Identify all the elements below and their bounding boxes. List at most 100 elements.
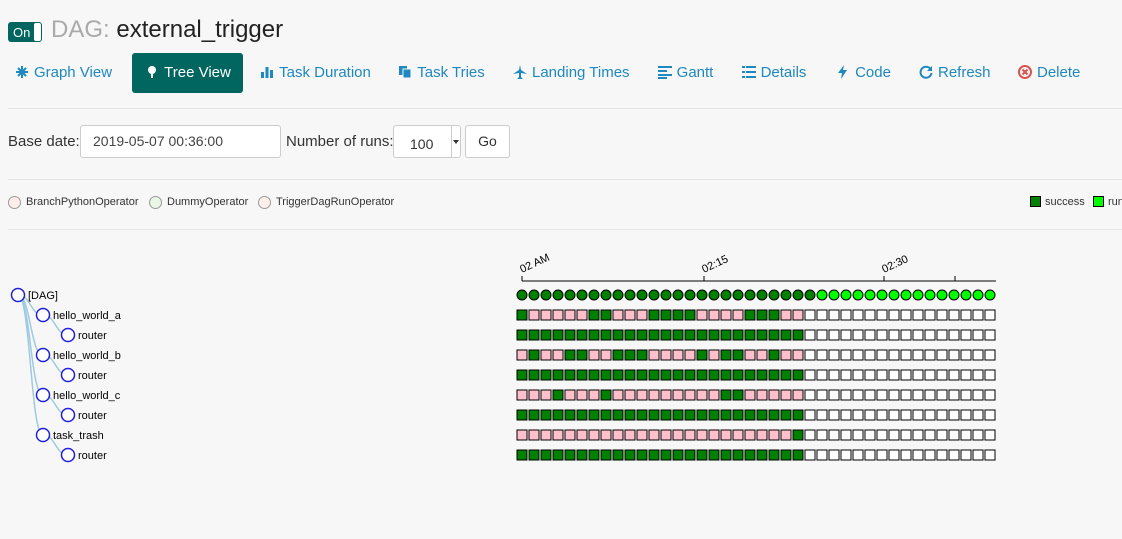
task-instance-square[interactable] [564,429,576,441]
task-instance-square[interactable] [552,449,564,461]
dag-run-circle[interactable] [792,289,804,301]
task-instance-square[interactable] [576,309,588,321]
task-instance-square[interactable] [576,349,588,361]
task-instance-square[interactable] [600,409,612,421]
task-instance-square[interactable] [756,349,768,361]
dag-run-circle[interactable] [900,289,912,301]
task-instance-square[interactable] [720,369,732,381]
task-instance-square[interactable] [756,389,768,401]
task-instance-square[interactable] [924,309,936,321]
task-instance-square[interactable] [744,429,756,441]
task-instance-square[interactable] [972,449,984,461]
task-instance-square[interactable] [936,349,948,361]
task-instance-square[interactable] [624,369,636,381]
task-instance-square[interactable] [792,309,804,321]
task-instance-square[interactable] [552,389,564,401]
task-instance-square[interactable] [660,429,672,441]
tab-task-duration[interactable]: Task Duration [259,53,371,93]
task-instance-square[interactable] [768,369,780,381]
task-instance-square[interactable] [792,389,804,401]
task-instance-square[interactable] [864,429,876,441]
task-instance-square[interactable] [576,369,588,381]
task-instance-square[interactable] [852,429,864,441]
task-instance-square[interactable] [696,369,708,381]
task-instance-square[interactable] [888,329,900,341]
task-instance-square[interactable] [888,429,900,441]
task-instance-square[interactable] [804,429,816,441]
task-instance-square[interactable] [684,309,696,321]
task-instance-square[interactable] [600,329,612,341]
tab-code[interactable]: Code [835,53,891,93]
task-instance-square[interactable] [924,349,936,361]
task-instance-square[interactable] [636,369,648,381]
task-instance-square[interactable] [744,329,756,341]
task-instance-square[interactable] [684,429,696,441]
task-instance-square[interactable] [684,369,696,381]
task-instance-square[interactable] [816,449,828,461]
task-instance-square[interactable] [912,329,924,341]
task-instance-square[interactable] [672,309,684,321]
task-instance-square[interactable] [636,329,648,341]
operator-legend-item[interactable]: DummyOperator [149,196,248,209]
task-instance-square[interactable] [828,329,840,341]
dag-run-circle[interactable] [648,289,660,301]
task-instance-square[interactable] [672,349,684,361]
dag-run-circle[interactable] [720,289,732,301]
task-instance-square[interactable] [876,429,888,441]
task-instance-square[interactable] [816,409,828,421]
task-instance-square[interactable] [960,329,972,341]
task-instance-square[interactable] [612,389,624,401]
task-instance-square[interactable] [948,329,960,341]
task-instance-square[interactable] [816,429,828,441]
task-instance-square[interactable] [960,369,972,381]
task-instance-square[interactable] [828,349,840,361]
task-instance-square[interactable] [756,409,768,421]
task-instance-square[interactable] [516,369,528,381]
task-instance-square[interactable] [900,329,912,341]
runs-select[interactable]: 100 [393,125,461,158]
task-instance-square[interactable] [552,329,564,341]
dag-run-circle[interactable] [636,289,648,301]
dag-run-circle[interactable] [744,289,756,301]
task-instance-square[interactable] [648,409,660,421]
task-instance-square[interactable] [672,369,684,381]
task-instance-square[interactable] [672,429,684,441]
task-instance-square[interactable] [684,349,696,361]
task-instance-square[interactable] [696,429,708,441]
tree-node[interactable] [10,287,26,303]
task-instance-square[interactable] [984,329,996,341]
task-instance-square[interactable] [588,369,600,381]
task-instance-square[interactable] [960,449,972,461]
task-instance-square[interactable] [600,449,612,461]
task-instance-square[interactable] [792,409,804,421]
task-instance-square[interactable] [912,309,924,321]
tree-node[interactable] [60,327,76,343]
task-instance-square[interactable] [732,329,744,341]
dag-run-circle[interactable] [804,289,816,301]
task-instance-square[interactable] [816,309,828,321]
task-instance-square[interactable] [840,429,852,441]
task-instance-square[interactable] [600,429,612,441]
task-instance-square[interactable] [888,409,900,421]
task-instance-square[interactable] [744,449,756,461]
task-instance-square[interactable] [720,429,732,441]
dag-run-circle[interactable] [972,289,984,301]
dag-run-circle[interactable] [624,289,636,301]
task-instance-square[interactable] [552,349,564,361]
task-instance-square[interactable] [648,329,660,341]
task-instance-square[interactable] [756,369,768,381]
task-instance-square[interactable] [612,309,624,321]
task-instance-square[interactable] [912,449,924,461]
task-instance-square[interactable] [528,449,540,461]
task-instance-square[interactable] [552,369,564,381]
task-instance-square[interactable] [900,429,912,441]
task-instance-square[interactable] [720,389,732,401]
task-instance-square[interactable] [636,349,648,361]
dag-run-circle[interactable] [816,289,828,301]
task-instance-square[interactable] [516,449,528,461]
task-instance-square[interactable] [732,409,744,421]
task-instance-square[interactable] [528,389,540,401]
task-instance-square[interactable] [888,369,900,381]
task-instance-square[interactable] [612,369,624,381]
task-instance-square[interactable] [888,349,900,361]
